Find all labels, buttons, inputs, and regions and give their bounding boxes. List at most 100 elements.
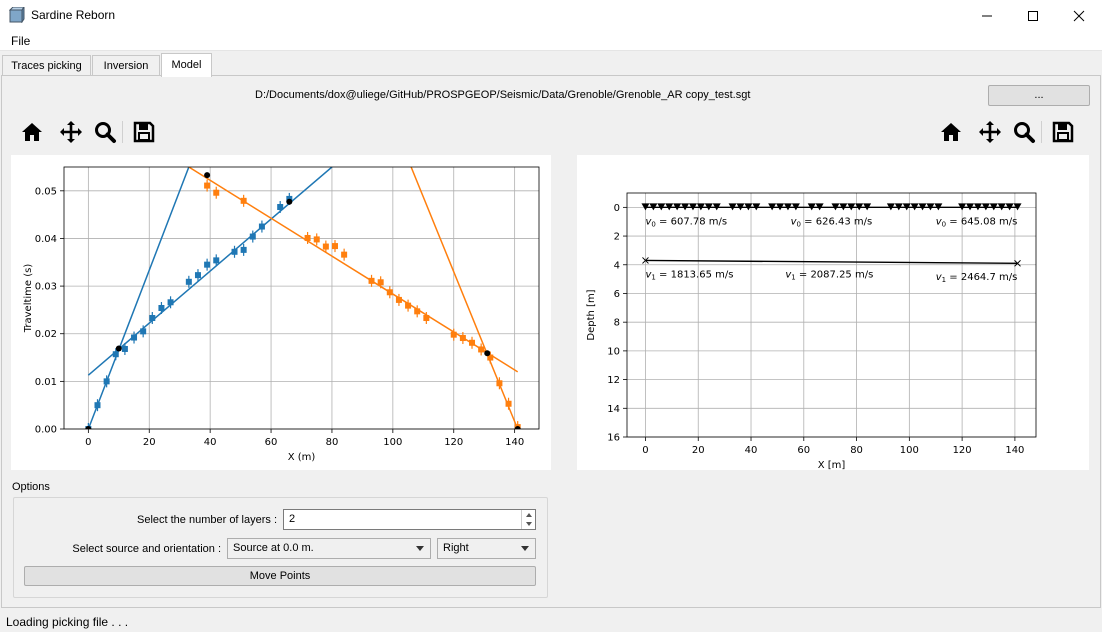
data-point (194, 272, 201, 279)
title-bar: Sardine Reborn (0, 0, 1102, 31)
data-point (103, 378, 110, 385)
y-tick-label: 0.00 (35, 425, 57, 436)
data-point (167, 299, 174, 306)
velocity-model-chart[interactable]: 0 20 40 60 80 100 120 140 0 2 4 6 8 10 12 14 16 v0 = 607.… (577, 155, 1089, 471)
zoom-icon[interactable] (93, 120, 117, 144)
browse-button[interactable]: ... (988, 85, 1090, 106)
y-tick-label: 14 (607, 404, 620, 415)
x-axis-label: X [m] (818, 460, 846, 470)
orientation-value: Right (443, 542, 469, 554)
y-tick-label: 0.02 (35, 329, 57, 340)
minimize-icon (982, 15, 992, 17)
spin-arrows-icon (526, 513, 532, 526)
source-value: Source at 0.0 m. (233, 542, 314, 554)
data-point (304, 234, 311, 241)
tab-model[interactable]: Model (161, 53, 212, 77)
maximize-button[interactable] (1010, 0, 1056, 31)
y-tick-label: 16 (607, 433, 620, 444)
layers-label: Select the number of layers : (136, 514, 277, 526)
spin-buttons[interactable] (521, 510, 535, 529)
x-tick-label: 100 (383, 437, 402, 448)
data-point (240, 197, 247, 204)
x-tick-label: 80 (326, 437, 339, 448)
axes-frame (626, 192, 1037, 438)
y-tick-label: 8 (614, 318, 620, 329)
data-point (149, 315, 156, 322)
save-icon[interactable] (1051, 120, 1075, 144)
chevron-down-icon (416, 546, 424, 551)
breakpoint (286, 198, 293, 205)
data-point (231, 248, 238, 255)
y-tick-label: 0.03 (35, 282, 57, 293)
y-tick-label: 0.05 (35, 186, 57, 197)
data-point (331, 243, 338, 250)
velocity-label: v1 = 1813.65 m/s (645, 269, 733, 281)
breakpoint (484, 350, 491, 357)
status-text: Loading picking file . . . (6, 615, 129, 629)
maximize-icon (1028, 11, 1038, 21)
status-bar: Loading picking file . . . (0, 610, 1102, 632)
tab-bar: Traces picking Inversion Model (0, 52, 1102, 77)
data-point (121, 345, 128, 352)
data-point (277, 204, 284, 211)
y-tick-label: 6 (614, 289, 620, 300)
data-point (459, 335, 466, 342)
layers-value: 2 (289, 513, 296, 525)
source-combobox[interactable]: Source at 0.0 m. (227, 538, 431, 559)
x-tick-label: 40 (745, 445, 758, 456)
data-point (94, 402, 101, 409)
pan-icon[interactable] (978, 120, 1002, 144)
home-icon[interactable] (939, 120, 963, 144)
data-point (341, 251, 348, 258)
traveltime-plot-area: 0 20 40 60 80 100 120 140 0.00 0.01 0.02 0.03 0.04 0.… (11, 155, 551, 470)
velocity-label: v1 = 2464.7 m/s (936, 272, 1018, 284)
menu-file[interactable]: File (6, 33, 35, 49)
data-point (204, 261, 211, 268)
source-label: Select source and orientation : (72, 543, 221, 555)
zoom-icon[interactable] (1012, 120, 1036, 144)
layers-spinbox[interactable]: 2 (283, 509, 536, 530)
fit-line (87, 167, 190, 429)
y-axis-label: Depth [m] (586, 289, 597, 340)
orientation-combobox[interactable]: Right (437, 538, 536, 559)
data-point (140, 328, 147, 335)
data-point (368, 277, 375, 284)
data-point (185, 278, 192, 285)
move-points-button[interactable]: Move Points (24, 566, 536, 586)
axes-frame (63, 166, 540, 430)
window-title: Sardine Reborn (31, 8, 116, 22)
x-tick-label: 140 (1005, 445, 1024, 456)
traveltime-chart[interactable]: 0 20 40 60 80 100 120 140 0.00 0.01 0.02 0.03 0.04 0.… (11, 155, 551, 470)
x-tick-label: 140 (505, 437, 524, 448)
close-button[interactable] (1056, 0, 1102, 31)
pan-icon[interactable] (59, 120, 83, 144)
home-icon[interactable] (20, 120, 44, 144)
save-icon[interactable] (132, 120, 156, 144)
data-point (469, 339, 476, 346)
y-tick-label: 2 (614, 232, 620, 243)
data-point (213, 257, 220, 264)
x-tick-label: 60 (265, 437, 278, 448)
tab-traces-picking[interactable]: Traces picking (2, 55, 91, 77)
x-tick-label: 20 (143, 437, 156, 448)
y-tick-label: 4 (614, 260, 620, 271)
data-point (249, 233, 256, 240)
x-tick-label: 60 (797, 445, 810, 456)
y-tick-label: 0 (614, 203, 620, 214)
data-point (395, 296, 402, 303)
data-point (386, 289, 393, 296)
toolbar-separator (1041, 121, 1042, 143)
breakpoint (204, 172, 211, 179)
model-plot-area: 0 20 40 60 80 100 120 140 0 2 4 6 8 10 12 14 16 v0 = 607.… (577, 155, 1089, 471)
y-tick-label: 10 (607, 346, 620, 357)
data-point (158, 305, 165, 312)
y-tick-label: 0.04 (35, 234, 57, 245)
options-group-label: Options (12, 481, 50, 493)
x-tick-label: 40 (204, 437, 217, 448)
data-point (450, 331, 457, 338)
data-point (204, 182, 211, 189)
data-point (313, 236, 320, 243)
menu-bar: File (0, 31, 1102, 51)
minimize-button[interactable] (964, 0, 1010, 31)
tab-inversion[interactable]: Inversion (92, 55, 160, 77)
